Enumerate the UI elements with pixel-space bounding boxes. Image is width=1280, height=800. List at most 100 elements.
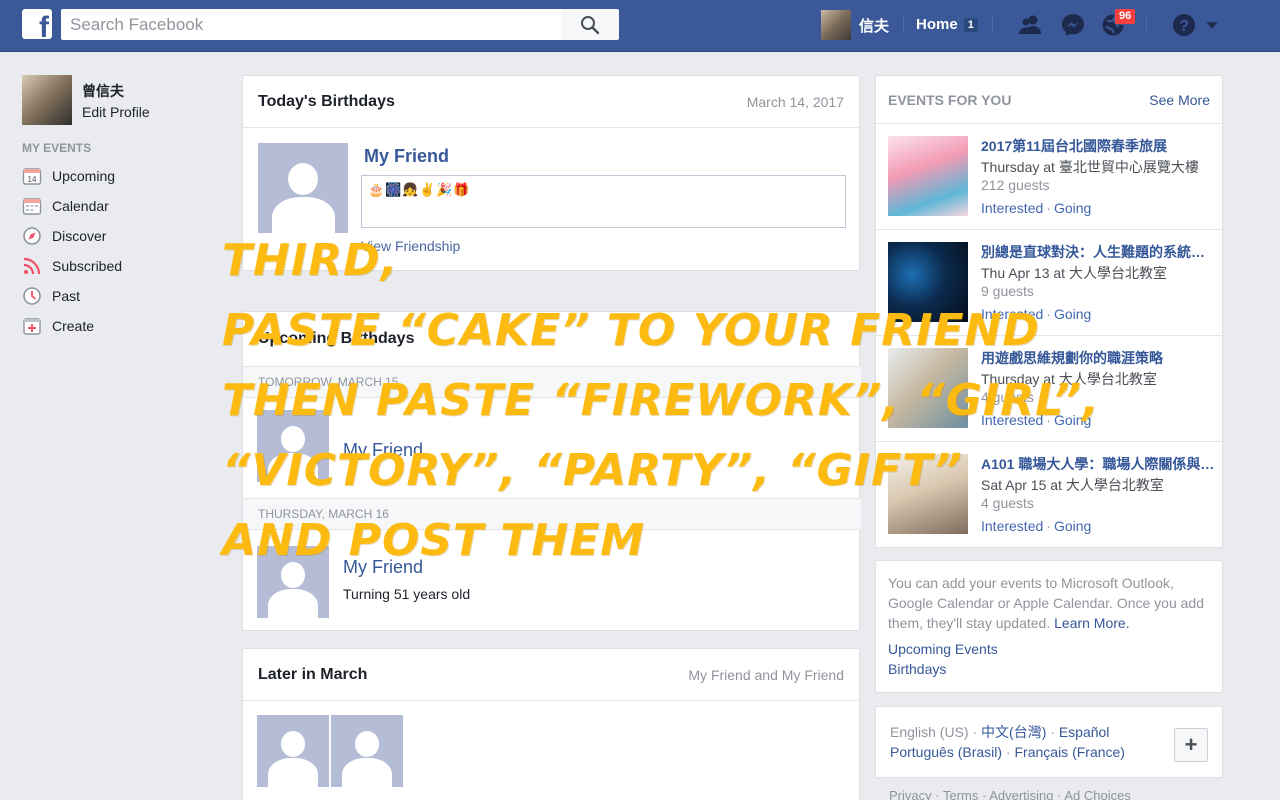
search-input[interactable]: Search Facebook <box>61 9 561 40</box>
event-title[interactable]: 2017第11屆台北國際春季旅展 <box>981 136 1216 156</box>
footer-link-ad-choices[interactable]: Ad Choices <box>1064 788 1130 800</box>
event-guests: 4 guests <box>981 389 1034 405</box>
interested-button[interactable]: Interested <box>981 306 1043 322</box>
calendar-export-card: You can add your events to Microsoft Out… <box>875 560 1223 693</box>
view-friendship-link[interactable]: View Friendship <box>361 238 460 254</box>
gift-emoji: 🎁 <box>453 182 470 197</box>
messenger-icon[interactable] <box>1059 12 1087 38</box>
card-header: Later in March My Friend and My Friend <box>243 649 859 701</box>
learn-more-link[interactable]: Learn More. <box>1054 615 1129 631</box>
event-title[interactable]: A101 職場大人學：職場人際關係與溝通 <box>981 454 1216 474</box>
svg-text:14: 14 <box>28 175 37 184</box>
home-count-badge: 1 <box>963 17 978 32</box>
nav-item-discover[interactable]: Discover <box>22 221 222 251</box>
nav-item-label: Discover <box>52 228 107 244</box>
friend-name-link[interactable]: My Friend <box>343 557 423 578</box>
event-item[interactable]: 用遊戲思維規劃你的職涯策略 Thursday at 大人學台北教室 4 gues… <box>876 336 1222 442</box>
help-icon[interactable]: ? <box>1170 12 1198 38</box>
footer-link-privacy[interactable]: Privacy <box>889 788 932 800</box>
language-link[interactable]: Português (Brasil) <box>890 744 1002 760</box>
profile-summary[interactable]: 曾信夫 Edit Profile <box>22 75 222 125</box>
language-selector-card: English (US) · 中文(台灣) · Español Portuguê… <box>875 706 1223 778</box>
nav-item-label: Calendar <box>52 198 109 214</box>
friend-name-link[interactable]: My Friend <box>343 440 423 461</box>
going-button[interactable]: Going <box>1054 518 1091 534</box>
going-button[interactable]: Going <box>1054 200 1091 216</box>
top-user-name: 信夫 <box>859 17 890 35</box>
event-when: Thursday at 大人學台北教室 <box>981 371 1157 387</box>
party-emoji: 🎉 <box>436 182 453 197</box>
nav-item-upcoming[interactable]: 14 Upcoming <box>22 161 222 191</box>
friend-avatar[interactable] <box>331 715 403 787</box>
account-menu-caret-icon[interactable] <box>1202 12 1222 38</box>
upcoming-birthdays-card: Upcoming Birthdays TOMORROW, MARCH 15 My… <box>242 311 861 631</box>
card-title: Upcoming Birthdays <box>258 330 415 347</box>
event-when: Thu Apr 13 at 大人學台北教室 <box>981 265 1167 281</box>
nav-item-label: Subscribed <box>52 258 123 274</box>
search-button[interactable] <box>561 9 619 40</box>
nav-item-label: Upcoming <box>52 168 116 184</box>
calendar-export-text: You can add your events to Microsoft Out… <box>888 573 1210 633</box>
friend-avatar[interactable] <box>257 546 329 618</box>
nav-item-past[interactable]: Past <box>22 281 222 311</box>
event-thumbnail[interactable] <box>888 136 968 216</box>
profile-name[interactable]: 曾信夫 <box>82 81 150 101</box>
event-title[interactable]: 別總是直球對決：人生難題的系統思考 <box>981 242 1216 262</box>
date-section-header: THURSDAY, MARCH 16 <box>243 498 861 530</box>
footer-link-advertising[interactable]: Advertising <box>989 788 1053 800</box>
event-thumbnail[interactable] <box>888 242 968 322</box>
event-guests: 212 guests <box>981 177 1050 193</box>
footer-link-terms[interactable]: Terms <box>943 788 978 800</box>
upcoming-events-link[interactable]: Upcoming Events <box>888 639 1210 659</box>
event-title[interactable]: 用遊戲思維規劃你的職涯策略 <box>981 348 1216 368</box>
facebook-logo-icon[interactable]: f <box>22 9 52 39</box>
event-actions: Interested · Going <box>981 306 1092 322</box>
event-thumbnail[interactable] <box>888 348 968 428</box>
later-in-march-card: Later in March My Friend and My Friend <box>242 648 860 800</box>
language-link[interactable]: Español <box>1059 724 1110 740</box>
friend-avatar[interactable] <box>258 143 348 233</box>
event-thumbnail[interactable] <box>888 454 968 534</box>
card-title: Today's Birthdays <box>258 92 395 110</box>
home-link[interactable]: Home 1 <box>916 16 978 33</box>
card-header: Upcoming Birthdays <box>243 312 859 366</box>
going-button[interactable]: Going <box>1054 412 1091 428</box>
interested-button[interactable]: Interested <box>981 412 1043 428</box>
later-friend-names[interactable]: My Friend and My Friend <box>688 667 844 683</box>
more-languages-button[interactable]: + <box>1174 728 1208 762</box>
nav-item-subscribed[interactable]: Subscribed <box>22 251 222 281</box>
friend-avatar[interactable] <box>257 410 329 482</box>
avatar <box>22 75 72 125</box>
divider <box>903 16 904 34</box>
cake-emoji: 🎂 <box>368 182 385 197</box>
birthdays-link[interactable]: Birthdays <box>888 659 1210 679</box>
event-actions: Interested · Going <box>981 518 1092 534</box>
divider <box>992 16 993 34</box>
language-link[interactable]: Français (France) <box>1015 744 1125 760</box>
see-more-link[interactable]: See More <box>1149 92 1210 108</box>
card-title: EVENTS FOR YOU <box>888 91 1012 108</box>
interested-button[interactable]: Interested <box>981 200 1043 216</box>
language-link[interactable]: 中文(台灣) <box>981 724 1046 740</box>
todays-birthdays-card: Today's Birthdays March 14, 2017 My Frie… <box>242 75 860 271</box>
firework-emoji: 🎆 <box>385 182 402 197</box>
event-item[interactable]: 別總是直球對決：人生難題的系統思考 Thu Apr 13 at 大人學台北教室 … <box>876 230 1222 336</box>
event-guests: 4 guests <box>981 495 1034 511</box>
event-item[interactable]: 2017第11屆台北國際春季旅展 Thursday at 臺北世貿中心展覽大樓 … <box>876 124 1222 230</box>
interested-button[interactable]: Interested <box>981 518 1043 534</box>
rss-icon <box>22 256 42 276</box>
friend-name-link[interactable]: My Friend <box>364 146 449 167</box>
nav-item-create[interactable]: Create <box>22 311 222 341</box>
top-profile-link[interactable]: 信夫 <box>821 10 889 40</box>
birthday-post-input[interactable]: 🎂 🎆 👧 ✌ 🎉 🎁 <box>361 175 846 228</box>
left-nav: 曾信夫 Edit Profile MY EVENTS 14 Upcoming C… <box>22 75 222 341</box>
friend-requests-icon[interactable] <box>1016 12 1044 38</box>
edit-profile-link[interactable]: Edit Profile <box>82 104 150 120</box>
going-button[interactable]: Going <box>1054 306 1091 322</box>
friend-avatar[interactable] <box>257 715 329 787</box>
event-when: Sat Apr 15 at 大人學台北教室 <box>981 477 1164 493</box>
nav-item-calendar[interactable]: Calendar <box>22 191 222 221</box>
post-emoji-row: 🎂 🎆 👧 ✌ 🎉 🎁 <box>368 182 839 198</box>
event-item[interactable]: A101 職場大人學：職場人際關係與溝通 Sat Apr 15 at 大人學台北… <box>876 442 1222 548</box>
date-section-header: TOMORROW, MARCH 15 <box>243 366 861 398</box>
